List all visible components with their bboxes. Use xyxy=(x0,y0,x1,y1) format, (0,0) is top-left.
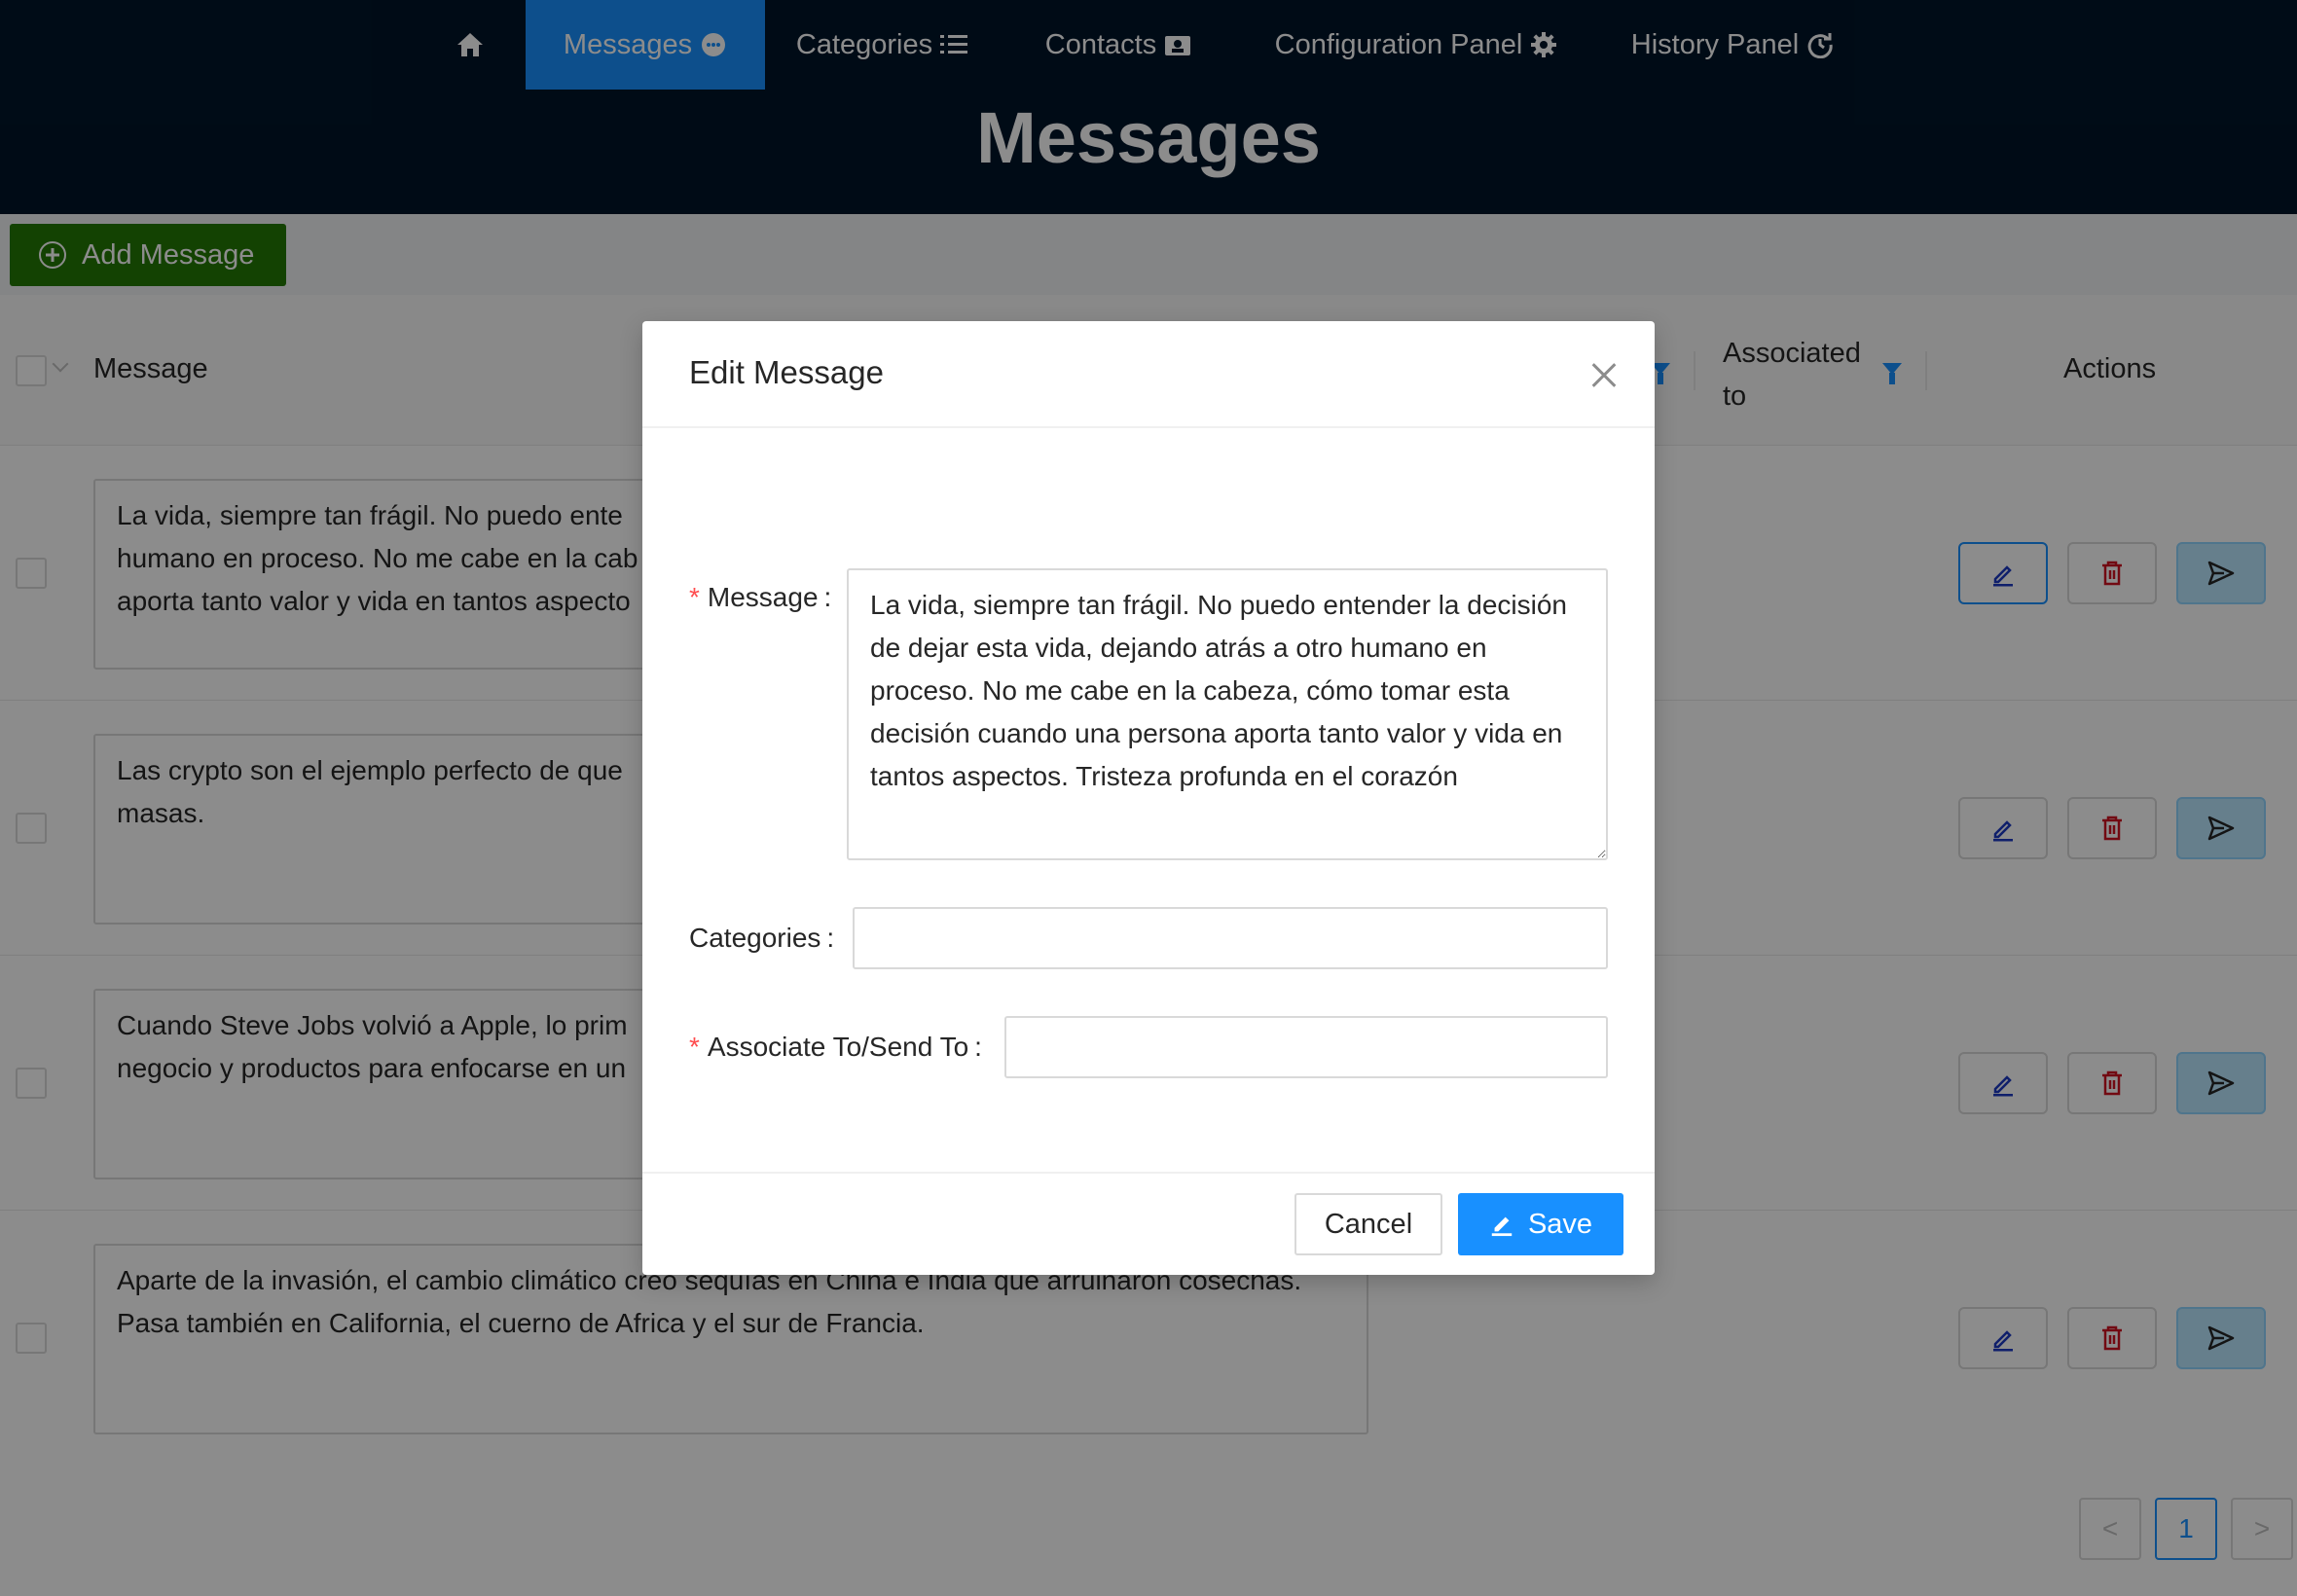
message-textarea[interactable]: La vida, siempre tan frágil. No puedo en… xyxy=(847,568,1608,860)
close-icon[interactable] xyxy=(1585,356,1623,395)
save-button-label: Save xyxy=(1527,1208,1593,1240)
edit-message-modal: Edit Message * Message: La vida, siempre … xyxy=(642,321,1655,1275)
edit-icon xyxy=(1491,1216,1513,1237)
required-mark: * xyxy=(689,582,700,612)
modal-header: Edit Message xyxy=(642,321,1655,428)
save-button[interactable]: Save xyxy=(1458,1193,1623,1255)
cancel-button[interactable]: Cancel xyxy=(1294,1193,1442,1255)
modal-title: Edit Message xyxy=(689,354,884,390)
message-field-label: * Message: xyxy=(689,582,832,612)
associate-field-label: * Associate To/Send To: xyxy=(689,1032,982,1062)
categories-field-label: Categories: xyxy=(689,923,835,953)
categories-select[interactable] xyxy=(853,907,1608,969)
associate-to-select[interactable] xyxy=(1004,1016,1608,1078)
modal-footer: Cancel Save xyxy=(642,1172,1655,1275)
required-mark: * xyxy=(689,1032,700,1062)
